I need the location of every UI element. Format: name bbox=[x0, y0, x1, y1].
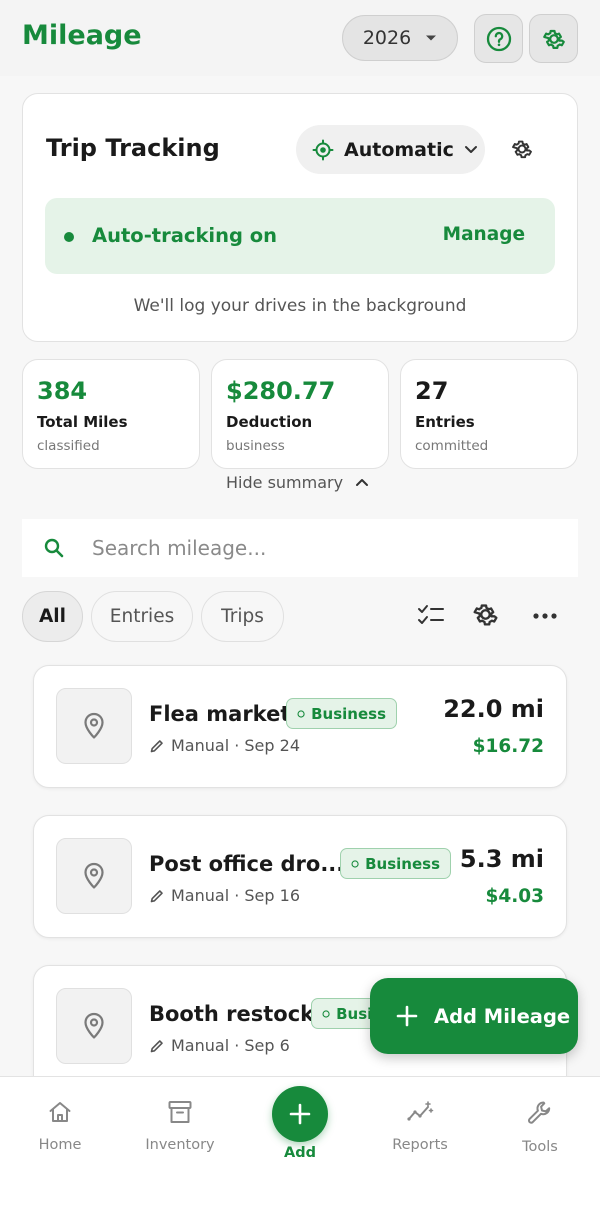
entry-meta: Manual · Sep 24 bbox=[149, 736, 300, 755]
gear-icon bbox=[473, 604, 498, 626]
map-pin-icon bbox=[84, 712, 104, 739]
plus-icon bbox=[289, 1103, 311, 1125]
settings-button[interactable] bbox=[529, 14, 578, 63]
nav-item-home[interactable]: Home bbox=[0, 1099, 120, 1153]
location-target-icon bbox=[312, 139, 334, 160]
gear-icon bbox=[542, 29, 565, 49]
entry-thumbnail bbox=[56, 688, 132, 764]
search-input[interactable] bbox=[92, 530, 552, 566]
stat-label: Total Miles bbox=[37, 413, 128, 431]
auto-tracking-status: Auto-tracking on bbox=[92, 224, 278, 247]
more-options-button[interactable] bbox=[531, 604, 559, 628]
entry-miles: 5.3 mi bbox=[459, 845, 544, 873]
pencil-icon bbox=[150, 889, 163, 902]
sparkline-icon bbox=[407, 1101, 434, 1121]
stat-sublabel: classified bbox=[37, 438, 100, 454]
category-badge[interactable]: Business bbox=[286, 698, 397, 729]
manage-tracking-link[interactable]: Manage bbox=[443, 224, 525, 245]
pencil-icon bbox=[150, 739, 163, 752]
nav-label-add: Add bbox=[284, 1145, 316, 1161]
nav-label: Tools bbox=[522, 1139, 558, 1155]
status-dot bbox=[64, 232, 74, 242]
nav-label: Inventory bbox=[145, 1137, 215, 1153]
checklist-icon bbox=[418, 605, 444, 624]
chevron-down-icon bbox=[464, 146, 477, 153]
year-dropdown[interactable]: 2026 bbox=[342, 15, 458, 61]
more-horizontal-icon bbox=[533, 613, 557, 619]
stat-total-miles: 384 Total Miles classified bbox=[22, 359, 200, 469]
category-label: Business bbox=[311, 704, 386, 723]
entry-amount: $16.72 bbox=[472, 736, 544, 757]
stat-sublabel: business bbox=[226, 438, 285, 454]
entry-amount: $4.03 bbox=[485, 886, 544, 907]
tracking-mode-value: Automatic bbox=[344, 138, 454, 161]
tab-all[interactable]: All bbox=[22, 591, 83, 642]
entry-meta-text: Manual · Sep 24 bbox=[171, 736, 300, 755]
category-label: Business bbox=[365, 854, 440, 873]
nav-item-reports[interactable]: Reports bbox=[360, 1099, 480, 1153]
entry-thumbnail bbox=[56, 838, 132, 914]
list-settings-button[interactable] bbox=[471, 600, 500, 629]
stat-label: Entries bbox=[415, 413, 475, 431]
tracking-mode-dropdown[interactable]: Automatic bbox=[296, 125, 485, 174]
nav-label: Reports bbox=[392, 1137, 448, 1153]
home-icon bbox=[49, 1102, 71, 1122]
archive-box-icon bbox=[168, 1101, 192, 1123]
page-title: Mileage bbox=[22, 20, 142, 51]
tab-trips[interactable]: Trips bbox=[201, 591, 284, 642]
tracking-note: We'll log your drives in the background bbox=[133, 296, 467, 316]
app-header: Mileage 2026 bbox=[0, 0, 600, 76]
map-pin-icon bbox=[84, 1012, 104, 1039]
circle-icon bbox=[297, 709, 305, 718]
add-mileage-label: Add Mileage bbox=[434, 1004, 571, 1028]
stat-sublabel: committed bbox=[415, 438, 489, 454]
chevron-up-icon bbox=[356, 479, 369, 486]
stat-value: 384 bbox=[37, 377, 88, 405]
add-mileage-button[interactable]: Add Mileage bbox=[370, 978, 578, 1054]
stat-value: 27 bbox=[415, 377, 449, 405]
list-item[interactable]: Post office dro... Business Manual · Sep… bbox=[33, 815, 567, 938]
stat-label: Deduction bbox=[226, 413, 313, 431]
caret-down-icon bbox=[426, 35, 437, 41]
help-circle-icon bbox=[486, 26, 511, 51]
stat-deduction: $280.77 Deduction business bbox=[211, 359, 389, 469]
entry-meta-text: Manual · Sep 6 bbox=[171, 1036, 290, 1055]
plus-icon bbox=[396, 1005, 418, 1027]
category-badge[interactable]: Business bbox=[340, 848, 451, 879]
tab-entries[interactable]: Entries bbox=[91, 591, 193, 642]
pencil-icon bbox=[150, 1039, 163, 1052]
entry-name: Flea market bbox=[149, 702, 291, 726]
entry-meta: Manual · Sep 16 bbox=[149, 886, 300, 905]
stat-value: $280.77 bbox=[226, 377, 336, 405]
search-icon bbox=[44, 538, 64, 558]
nav-label: Home bbox=[38, 1137, 82, 1153]
list-item[interactable]: Flea market Business Manual · Sep 24 22.… bbox=[33, 665, 567, 788]
tracking-settings-button[interactable] bbox=[510, 137, 534, 161]
bulk-select-button[interactable] bbox=[416, 600, 446, 630]
entry-name: Booth restock bbox=[149, 1002, 315, 1026]
search-bar bbox=[22, 519, 578, 577]
hide-summary-toggle[interactable]: Hide summary bbox=[226, 473, 369, 492]
circle-icon bbox=[322, 1009, 330, 1018]
circle-icon bbox=[351, 859, 359, 868]
stat-entries: 27 Entries committed bbox=[400, 359, 578, 469]
bottom-navigation: Home Inventory Add Reports Tools bbox=[0, 1076, 600, 1219]
nav-add-button[interactable] bbox=[272, 1086, 328, 1142]
year-dropdown-value: 2026 bbox=[362, 27, 412, 49]
entry-thumbnail bbox=[56, 988, 132, 1064]
entry-meta: Manual · Sep 6 bbox=[149, 1036, 290, 1055]
wrench-icon bbox=[528, 1101, 551, 1124]
help-button[interactable] bbox=[474, 14, 523, 63]
entry-name: Post office dro... bbox=[149, 852, 345, 876]
nav-item-inventory[interactable]: Inventory bbox=[120, 1099, 240, 1153]
nav-item-tools[interactable]: Tools bbox=[480, 1099, 600, 1155]
entry-meta-text: Manual · Sep 16 bbox=[171, 886, 300, 905]
auto-tracking-banner: Auto-tracking on Manage bbox=[45, 198, 555, 274]
hide-summary-label: Hide summary bbox=[226, 473, 344, 492]
trip-tracking-card: Trip Tracking Automatic Auto-tracking on… bbox=[22, 93, 578, 342]
gear-icon bbox=[512, 140, 532, 159]
entry-miles: 22.0 mi bbox=[443, 695, 544, 723]
trip-tracking-title: Trip Tracking bbox=[46, 134, 220, 162]
map-pin-icon bbox=[84, 862, 104, 889]
